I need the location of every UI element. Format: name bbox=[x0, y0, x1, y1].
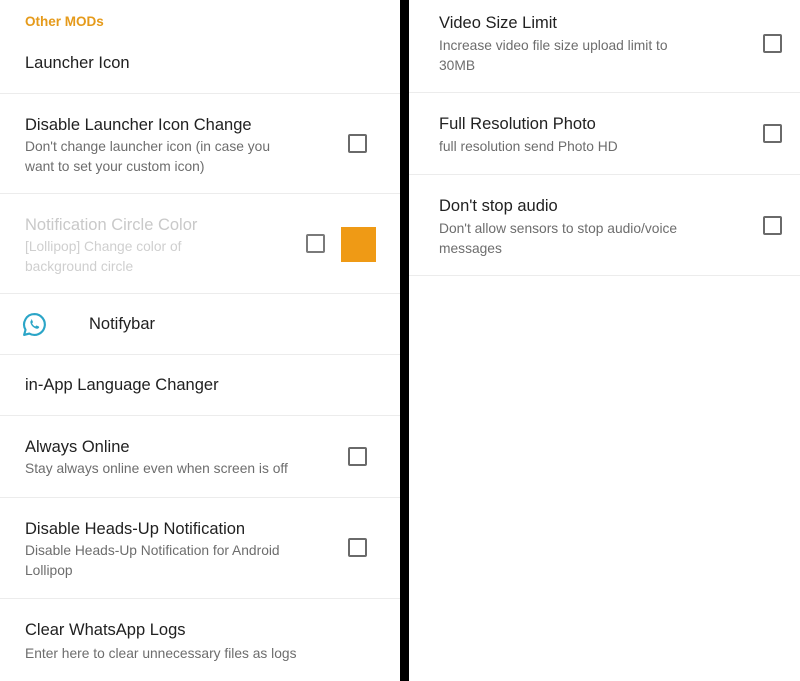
pref-video-size-limit[interactable]: Video Size Limit Increase video file siz… bbox=[409, 0, 800, 93]
summary-line: Don't allow sensors to stop audio/voice bbox=[439, 221, 678, 236]
pref-notification-circle-color-summary: [Lollipop] Change color of background ci… bbox=[25, 237, 181, 277]
pref-full-resolution-photo-summary: full resolution send Photo HD bbox=[439, 139, 618, 154]
left-settings-panel: Other MODs Launcher Icon Disable Launche… bbox=[0, 0, 400, 681]
pref-full-resolution-photo[interactable]: Full Resolution Photo full resolution se… bbox=[409, 93, 800, 175]
summary-line: Disable Heads-Up Notification for Androi… bbox=[25, 543, 280, 558]
pref-clear-logs-title: Clear WhatsApp Logs bbox=[25, 621, 186, 639]
summary-line: background circle bbox=[25, 259, 134, 274]
pref-disable-launcher-change-summary: Don't change launcher icon (in case you … bbox=[25, 137, 270, 177]
pref-dont-stop-audio-title: Don't stop audio bbox=[439, 197, 558, 215]
summary-line: messages bbox=[439, 241, 502, 256]
pref-notifybar-title: Notifybar bbox=[89, 315, 156, 333]
whatsapp-icon bbox=[23, 313, 46, 336]
color-swatch[interactable] bbox=[341, 227, 376, 262]
summary-line: Lollipop bbox=[25, 563, 73, 578]
pref-always-online-title: Always Online bbox=[25, 438, 130, 456]
pref-launcher-icon-title: Launcher Icon bbox=[25, 54, 130, 72]
pref-notification-circle-color-title: Notification Circle Color bbox=[25, 216, 198, 234]
pref-notifybar[interactable]: Notifybar bbox=[0, 294, 400, 355]
panel-divider bbox=[400, 0, 409, 681]
pref-dont-stop-audio-summary: Don't allow sensors to stop audio/voice … bbox=[439, 219, 677, 259]
summary-line: Increase video file size upload limit to bbox=[439, 38, 668, 53]
pref-disable-launcher-change-title: Disable Launcher Icon Change bbox=[25, 116, 252, 134]
summary-line: [Lollipop] Change color of bbox=[25, 239, 182, 254]
full-resolution-photo-checkbox[interactable] bbox=[763, 124, 782, 143]
always-online-checkbox[interactable] bbox=[348, 447, 367, 466]
pref-notification-circle-color[interactable]: Notification Circle Color [Lollipop] Cha… bbox=[0, 194, 400, 294]
pref-launcher-icon[interactable]: Launcher Icon bbox=[0, 0, 400, 94]
pref-heads-up-summary: Disable Heads-Up Notification for Androi… bbox=[25, 541, 280, 581]
pref-dont-stop-audio[interactable]: Don't stop audio Don't allow sensors to … bbox=[409, 175, 800, 276]
summary-line: Don't change launcher icon (in case you bbox=[25, 139, 270, 154]
pref-heads-up[interactable]: Disable Heads-Up Notification Disable He… bbox=[0, 498, 400, 599]
dont-stop-audio-checkbox[interactable] bbox=[763, 216, 782, 235]
notification-circle-checkbox[interactable] bbox=[306, 234, 325, 253]
right-settings-panel: Video Size Limit Increase video file siz… bbox=[409, 0, 800, 681]
pref-clear-logs[interactable]: Clear WhatsApp Logs Enter here to clear … bbox=[0, 599, 400, 681]
pref-video-size-limit-summary: Increase video file size upload limit to… bbox=[439, 36, 668, 76]
summary-line: 30MB bbox=[439, 58, 476, 73]
video-size-limit-checkbox[interactable] bbox=[763, 34, 782, 53]
disable-launcher-change-checkbox[interactable] bbox=[348, 134, 367, 153]
pref-full-resolution-photo-title: Full Resolution Photo bbox=[439, 115, 596, 133]
heads-up-checkbox[interactable] bbox=[348, 538, 367, 557]
pref-clear-logs-summary: Enter here to clear unnecessary files as… bbox=[25, 646, 297, 661]
pref-always-online[interactable]: Always Online Stay always online even wh… bbox=[0, 416, 400, 498]
summary-line: want to set your custom icon) bbox=[25, 159, 205, 174]
pref-video-size-limit-title: Video Size Limit bbox=[439, 14, 558, 32]
pref-heads-up-title: Disable Heads-Up Notification bbox=[25, 520, 246, 538]
pref-disable-launcher-change[interactable]: Disable Launcher Icon Change Don't chang… bbox=[0, 94, 400, 194]
pref-language-changer-title: in-App Language Changer bbox=[25, 376, 219, 394]
pref-language-changer[interactable]: in-App Language Changer bbox=[0, 355, 400, 416]
pref-always-online-summary: Stay always online even when screen is o… bbox=[25, 461, 288, 476]
